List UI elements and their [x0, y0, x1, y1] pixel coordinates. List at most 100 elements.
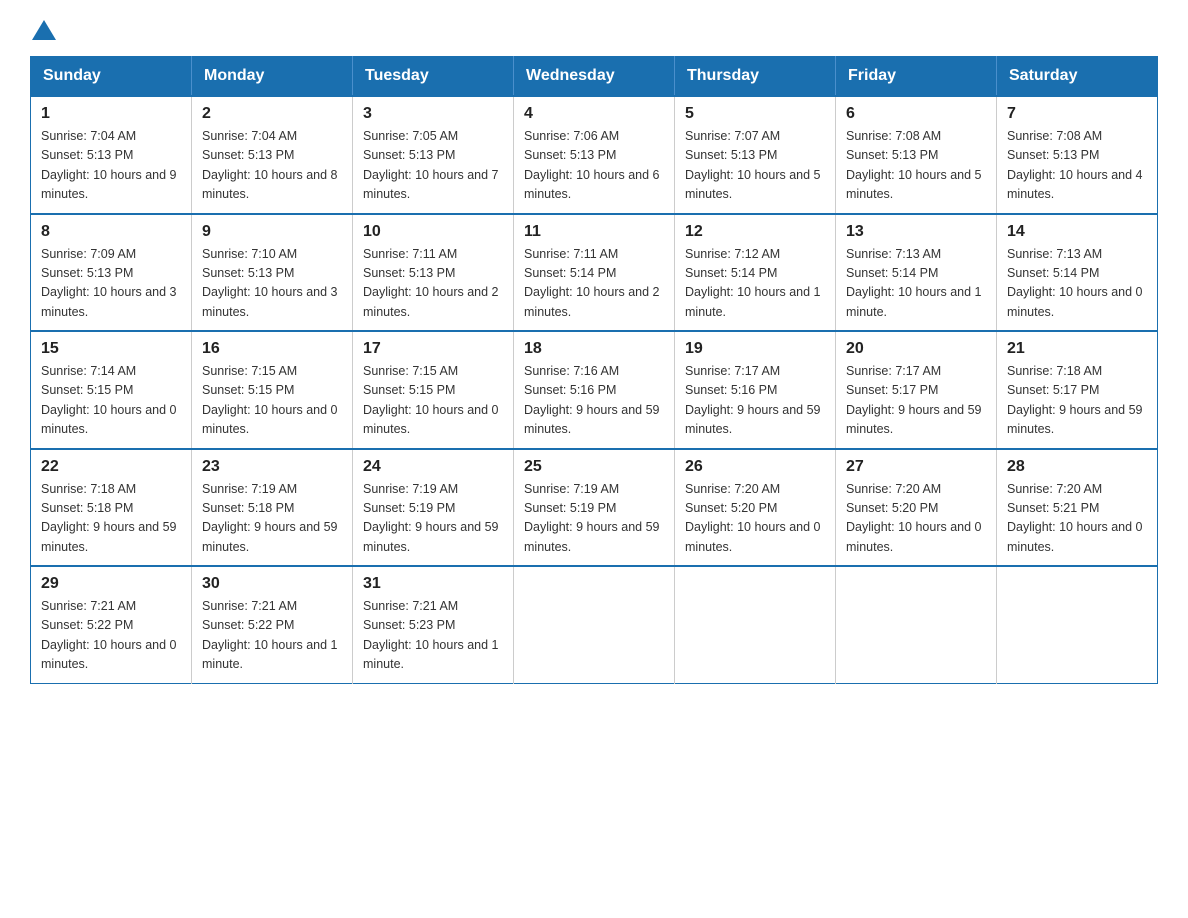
day-cell: 8 Sunrise: 7:09 AMSunset: 5:13 PMDayligh…: [31, 214, 192, 332]
day-cell: 10 Sunrise: 7:11 AMSunset: 5:13 PMDaylig…: [353, 214, 514, 332]
day-info: Sunrise: 7:20 AMSunset: 5:21 PMDaylight:…: [1007, 482, 1143, 554]
page-header: [30, 20, 1158, 36]
day-info: Sunrise: 7:19 AMSunset: 5:18 PMDaylight:…: [202, 482, 338, 554]
day-info: Sunrise: 7:17 AMSunset: 5:17 PMDaylight:…: [846, 364, 982, 436]
day-info: Sunrise: 7:13 AMSunset: 5:14 PMDaylight:…: [846, 247, 982, 319]
calendar-header-row: SundayMondayTuesdayWednesdayThursdayFrid…: [31, 57, 1158, 97]
day-cell: 9 Sunrise: 7:10 AMSunset: 5:13 PMDayligh…: [192, 214, 353, 332]
day-number: 13: [846, 223, 986, 241]
week-row-5: 29 Sunrise: 7:21 AMSunset: 5:22 PMDaylig…: [31, 566, 1158, 683]
day-number: 5: [685, 105, 825, 123]
day-number: 26: [685, 458, 825, 476]
header-sunday: Sunday: [31, 57, 192, 97]
day-number: 27: [846, 458, 986, 476]
day-number: 3: [363, 105, 503, 123]
day-number: 2: [202, 105, 342, 123]
calendar-table: SundayMondayTuesdayWednesdayThursdayFrid…: [30, 56, 1158, 684]
day-info: Sunrise: 7:07 AMSunset: 5:13 PMDaylight:…: [685, 129, 821, 201]
day-number: 23: [202, 458, 342, 476]
day-cell: 29 Sunrise: 7:21 AMSunset: 5:22 PMDaylig…: [31, 566, 192, 683]
day-number: 9: [202, 223, 342, 241]
day-info: Sunrise: 7:04 AMSunset: 5:13 PMDaylight:…: [41, 129, 177, 201]
day-info: Sunrise: 7:14 AMSunset: 5:15 PMDaylight:…: [41, 364, 177, 436]
day-info: Sunrise: 7:12 AMSunset: 5:14 PMDaylight:…: [685, 247, 821, 319]
logo-triangle-icon: [32, 20, 56, 40]
day-number: 18: [524, 340, 664, 358]
day-info: Sunrise: 7:05 AMSunset: 5:13 PMDaylight:…: [363, 129, 499, 201]
day-cell: 11 Sunrise: 7:11 AMSunset: 5:14 PMDaylig…: [514, 214, 675, 332]
day-number: 24: [363, 458, 503, 476]
day-info: Sunrise: 7:09 AMSunset: 5:13 PMDaylight:…: [41, 247, 177, 319]
day-cell: 20 Sunrise: 7:17 AMSunset: 5:17 PMDaylig…: [836, 331, 997, 449]
day-info: Sunrise: 7:18 AMSunset: 5:18 PMDaylight:…: [41, 482, 177, 554]
day-info: Sunrise: 7:16 AMSunset: 5:16 PMDaylight:…: [524, 364, 660, 436]
day-info: Sunrise: 7:21 AMSunset: 5:23 PMDaylight:…: [363, 599, 499, 671]
header-wednesday: Wednesday: [514, 57, 675, 97]
day-info: Sunrise: 7:19 AMSunset: 5:19 PMDaylight:…: [524, 482, 660, 554]
day-info: Sunrise: 7:19 AMSunset: 5:19 PMDaylight:…: [363, 482, 499, 554]
day-info: Sunrise: 7:15 AMSunset: 5:15 PMDaylight:…: [202, 364, 338, 436]
day-cell: 23 Sunrise: 7:19 AMSunset: 5:18 PMDaylig…: [192, 449, 353, 567]
day-cell: 28 Sunrise: 7:20 AMSunset: 5:21 PMDaylig…: [997, 449, 1158, 567]
day-cell: 22 Sunrise: 7:18 AMSunset: 5:18 PMDaylig…: [31, 449, 192, 567]
day-cell: 26 Sunrise: 7:20 AMSunset: 5:20 PMDaylig…: [675, 449, 836, 567]
day-cell: 18 Sunrise: 7:16 AMSunset: 5:16 PMDaylig…: [514, 331, 675, 449]
day-cell: 27 Sunrise: 7:20 AMSunset: 5:20 PMDaylig…: [836, 449, 997, 567]
week-row-2: 8 Sunrise: 7:09 AMSunset: 5:13 PMDayligh…: [31, 214, 1158, 332]
week-row-1: 1 Sunrise: 7:04 AMSunset: 5:13 PMDayligh…: [31, 96, 1158, 214]
day-cell: 3 Sunrise: 7:05 AMSunset: 5:13 PMDayligh…: [353, 96, 514, 214]
logo: [30, 20, 56, 36]
day-number: 1: [41, 105, 181, 123]
day-number: 28: [1007, 458, 1147, 476]
day-number: 29: [41, 575, 181, 593]
day-info: Sunrise: 7:15 AMSunset: 5:15 PMDaylight:…: [363, 364, 499, 436]
day-number: 14: [1007, 223, 1147, 241]
day-number: 15: [41, 340, 181, 358]
day-number: 8: [41, 223, 181, 241]
day-number: 16: [202, 340, 342, 358]
header-saturday: Saturday: [997, 57, 1158, 97]
day-cell: 30 Sunrise: 7:21 AMSunset: 5:22 PMDaylig…: [192, 566, 353, 683]
day-info: Sunrise: 7:17 AMSunset: 5:16 PMDaylight:…: [685, 364, 821, 436]
day-number: 19: [685, 340, 825, 358]
day-number: 7: [1007, 105, 1147, 123]
day-cell: [514, 566, 675, 683]
day-number: 10: [363, 223, 503, 241]
day-number: 31: [363, 575, 503, 593]
week-row-4: 22 Sunrise: 7:18 AMSunset: 5:18 PMDaylig…: [31, 449, 1158, 567]
day-number: 6: [846, 105, 986, 123]
day-cell: 19 Sunrise: 7:17 AMSunset: 5:16 PMDaylig…: [675, 331, 836, 449]
day-info: Sunrise: 7:11 AMSunset: 5:13 PMDaylight:…: [363, 247, 499, 319]
day-cell: 21 Sunrise: 7:18 AMSunset: 5:17 PMDaylig…: [997, 331, 1158, 449]
day-cell: 7 Sunrise: 7:08 AMSunset: 5:13 PMDayligh…: [997, 96, 1158, 214]
day-cell: 24 Sunrise: 7:19 AMSunset: 5:19 PMDaylig…: [353, 449, 514, 567]
day-info: Sunrise: 7:21 AMSunset: 5:22 PMDaylight:…: [41, 599, 177, 671]
day-info: Sunrise: 7:08 AMSunset: 5:13 PMDaylight:…: [846, 129, 982, 201]
day-cell: 25 Sunrise: 7:19 AMSunset: 5:19 PMDaylig…: [514, 449, 675, 567]
day-cell: [997, 566, 1158, 683]
day-info: Sunrise: 7:04 AMSunset: 5:13 PMDaylight:…: [202, 129, 338, 201]
day-cell: 4 Sunrise: 7:06 AMSunset: 5:13 PMDayligh…: [514, 96, 675, 214]
day-cell: 31 Sunrise: 7:21 AMSunset: 5:23 PMDaylig…: [353, 566, 514, 683]
day-cell: 15 Sunrise: 7:14 AMSunset: 5:15 PMDaylig…: [31, 331, 192, 449]
day-info: Sunrise: 7:06 AMSunset: 5:13 PMDaylight:…: [524, 129, 660, 201]
day-number: 22: [41, 458, 181, 476]
header-tuesday: Tuesday: [353, 57, 514, 97]
day-info: Sunrise: 7:08 AMSunset: 5:13 PMDaylight:…: [1007, 129, 1143, 201]
day-cell: 16 Sunrise: 7:15 AMSunset: 5:15 PMDaylig…: [192, 331, 353, 449]
day-info: Sunrise: 7:21 AMSunset: 5:22 PMDaylight:…: [202, 599, 338, 671]
day-number: 30: [202, 575, 342, 593]
week-row-3: 15 Sunrise: 7:14 AMSunset: 5:15 PMDaylig…: [31, 331, 1158, 449]
day-info: Sunrise: 7:20 AMSunset: 5:20 PMDaylight:…: [685, 482, 821, 554]
header-thursday: Thursday: [675, 57, 836, 97]
day-cell: 2 Sunrise: 7:04 AMSunset: 5:13 PMDayligh…: [192, 96, 353, 214]
day-cell: 13 Sunrise: 7:13 AMSunset: 5:14 PMDaylig…: [836, 214, 997, 332]
day-cell: [675, 566, 836, 683]
header-monday: Monday: [192, 57, 353, 97]
day-cell: 14 Sunrise: 7:13 AMSunset: 5:14 PMDaylig…: [997, 214, 1158, 332]
day-number: 25: [524, 458, 664, 476]
day-cell: 6 Sunrise: 7:08 AMSunset: 5:13 PMDayligh…: [836, 96, 997, 214]
day-number: 12: [685, 223, 825, 241]
day-info: Sunrise: 7:10 AMSunset: 5:13 PMDaylight:…: [202, 247, 338, 319]
day-info: Sunrise: 7:18 AMSunset: 5:17 PMDaylight:…: [1007, 364, 1143, 436]
